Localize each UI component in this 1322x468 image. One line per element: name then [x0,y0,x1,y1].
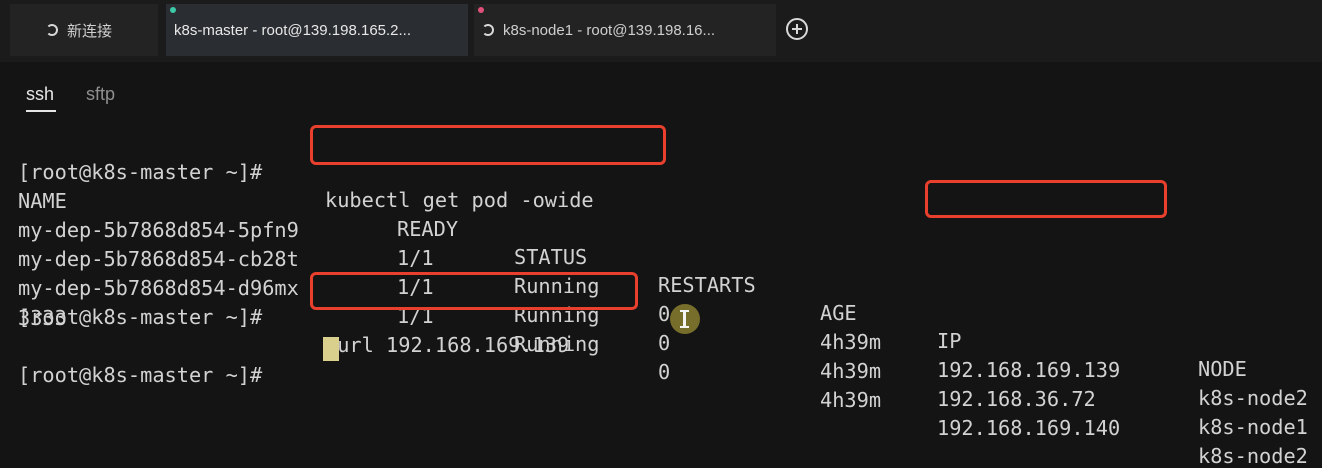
column-header: NODE [1198,357,1247,381]
terminal-cursor [323,337,339,361]
table-row: my-dep-5b7868d854-cb28t 1/1 Running 0 4h… [18,217,1318,439]
tab-k8s-master[interactable]: k8s-master - root@139.198.165.2... [166,4,468,56]
highlight-box-command [310,125,666,165]
pod-ip: 192.168.169.140 [937,416,1121,440]
active-tab-indicator [26,110,56,112]
tab-k8s-node1[interactable]: k8s-node1 - root@139.198.16... [474,4,776,56]
column-header: RESTARTS [658,273,756,297]
terminal-line: [root@k8s-master ~]# curl 192.168.169.13… [18,275,569,357]
table-row: my-dep-5b7868d854-d96mx 1/1 Running 0 4h… [18,246,1318,468]
highlight-box-curl [310,272,638,310]
pod-node: k8s-node1 [1198,415,1308,439]
terminal-line: [root@k8s-master ~]# [18,333,262,387]
spinner-icon [482,24,494,36]
command-text: curl 192.168.169.139 [325,333,570,357]
app-window: 新连接 k8s-master - root@139.198.165.2... k… [0,0,1322,468]
pod-restarts: 0 [658,360,671,384]
status-dot-icon [170,7,176,13]
pod-age: 4h39m [820,388,882,412]
tab-label: 新连接 [67,22,113,40]
pod-restarts: 0 [658,331,671,355]
status-dot-icon [478,7,484,13]
shell-prompt: [root@k8s-master ~]# [18,363,263,387]
pod-node: k8s-node2 [1198,444,1308,468]
tab-label: k8s-master - root@139.198.165.2... [174,21,412,39]
command-output: 3333 [18,306,67,330]
plus-circle-icon[interactable] [786,18,808,40]
tab-new-connection[interactable]: 新连接 [10,4,158,56]
terminal-line: [root@k8s-master ~]# kubectl get pod -ow… [18,130,594,212]
tab-bar: 新连接 k8s-master - root@139.198.165.2... k… [0,0,1322,62]
tab-ssh[interactable]: ssh [26,84,54,105]
spinner-icon [46,24,58,36]
pod-ip: 192.168.36.72 [937,387,1096,411]
pod-ip: 192.168.169.139 [937,358,1121,382]
column-header: AGE [820,301,857,325]
pod-restarts: 0 [658,302,671,326]
pod-age: 4h39m [820,330,882,354]
tab-sftp[interactable]: sftp [86,84,115,105]
pod-node: k8s-node2 [1198,386,1308,410]
highlight-box-ip [925,180,1167,218]
pod-age: 4h39m [820,359,882,383]
column-header: IP [937,329,962,353]
mouse-ibeam-icon [670,304,700,334]
tab-label: k8s-node1 - root@139.198.16... [503,21,716,39]
terminal[interactable]: [root@k8s-master ~]# kubectl get pod -ow… [0,120,1322,468]
